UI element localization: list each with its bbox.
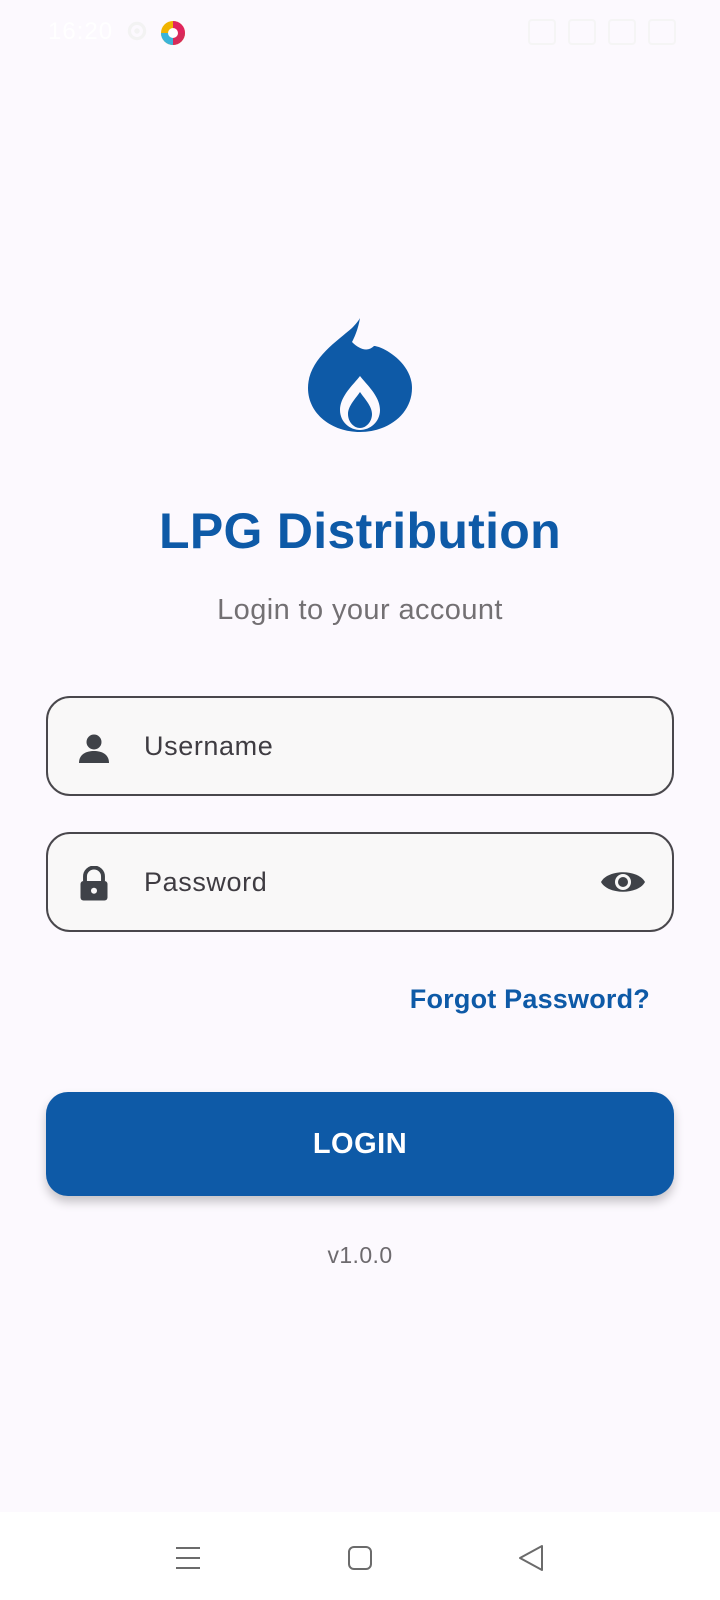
status-time: 16:20: [48, 18, 114, 45]
person-icon: [79, 734, 109, 763]
back-icon[interactable]: [516, 1542, 548, 1574]
menu-icon[interactable]: [172, 1542, 204, 1574]
app-icon: [161, 21, 185, 45]
flame-logo: [308, 318, 412, 432]
status-bar: 16:20: [0, 0, 720, 64]
password-field[interactable]: [46, 832, 674, 932]
page-subtitle: Login to your account: [217, 594, 503, 626]
signal-icon: [528, 19, 556, 45]
home-icon[interactable]: [344, 1542, 376, 1574]
app-version: v1.0.0: [327, 1242, 393, 1268]
forgot-password-link[interactable]: Forgot Password?: [410, 984, 650, 1015]
battery-icon: [648, 19, 676, 45]
network-icon: [608, 19, 636, 45]
lock-icon: [80, 866, 108, 901]
gear-icon: [127, 21, 147, 41]
login-button[interactable]: LOGIN: [46, 1092, 674, 1196]
username-field[interactable]: [46, 696, 674, 796]
status-indicators: [528, 18, 676, 46]
username-input[interactable]: [144, 698, 564, 794]
app-title: LPG Distribution: [159, 503, 561, 559]
password-input[interactable]: [144, 834, 564, 930]
system-nav-bar: [0, 1512, 720, 1600]
eye-icon[interactable]: [600, 864, 646, 900]
wifi-icon: [568, 19, 596, 45]
